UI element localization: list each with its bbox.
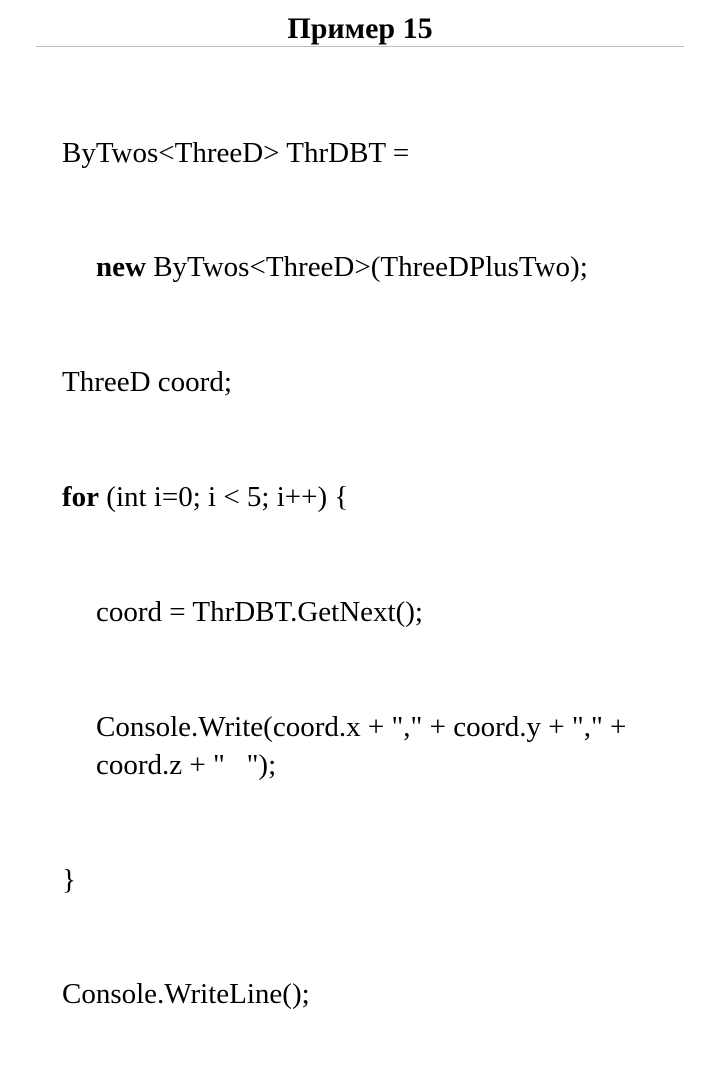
title-section: Пример 15 bbox=[36, 12, 684, 47]
code-line: new ByTwos<ThreeD>(ThreeDPlusTwo); bbox=[36, 248, 684, 286]
code-text: (int i=0; i < 5; i++) { bbox=[99, 481, 348, 513]
code-line: ByTwos<ThreeD> ThrDBT = bbox=[36, 134, 684, 172]
code-line: Console.WriteLine(); bbox=[36, 975, 684, 1013]
code-text: ByTwos<ThreeD>(ThreeDPlusTwo); bbox=[146, 251, 588, 283]
keyword: new bbox=[96, 251, 146, 283]
code-line: ThreeD coord; bbox=[36, 363, 684, 401]
code-text: } bbox=[62, 864, 76, 896]
code-text: coord = ThrDBT.GetNext(); bbox=[96, 596, 423, 628]
code-text: Console.WriteLine(); bbox=[62, 978, 310, 1010]
code-block: ByTwos<ThreeD> ThrDBT = new ByTwos<Three… bbox=[36, 57, 684, 1080]
code-line: for (int i=0; i < 5; i++) { bbox=[36, 478, 684, 516]
document-page: Пример 15 ByTwos<ThreeD> ThrDBT = new By… bbox=[0, 0, 720, 540]
keyword: for bbox=[62, 481, 99, 513]
code-line: coord = ThrDBT.GetNext(); bbox=[36, 593, 684, 631]
code-text: ByTwos<ThreeD> ThrDBT = bbox=[62, 137, 409, 169]
code-text: ThreeD coord; bbox=[62, 366, 232, 398]
code-line: } bbox=[36, 861, 684, 899]
page-title: Пример 15 bbox=[287, 12, 432, 45]
code-line: Console.Write(coord.x + "," + coord.y + … bbox=[36, 708, 684, 785]
code-text: Console.Write(coord.x + "," + coord.y + … bbox=[96, 711, 634, 781]
